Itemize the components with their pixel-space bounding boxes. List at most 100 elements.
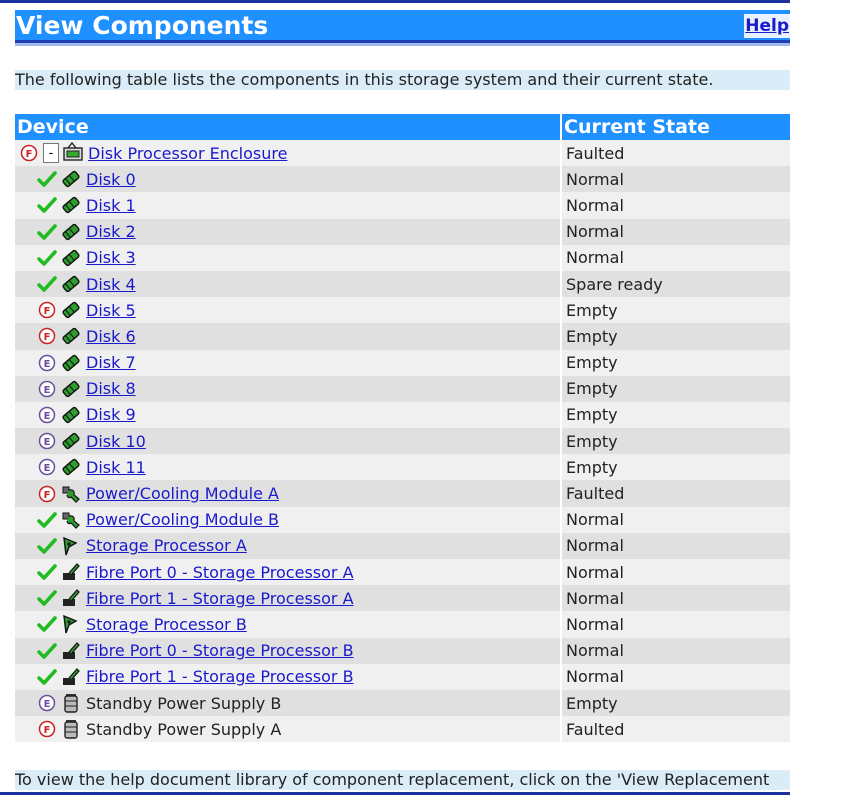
power-cooling-icon [60, 483, 82, 505]
device-link[interactable]: Storage Processor A [86, 536, 247, 555]
page-header: View Components Help [15, 10, 790, 44]
battery-icon [60, 718, 82, 740]
table-row: E Disk 10 Empty [15, 428, 790, 455]
status-empty-icon: E [37, 457, 57, 477]
table-row: E Disk 9 Empty [15, 401, 790, 429]
fibre-port-icon [60, 640, 82, 662]
table-row: E Disk 7 Empty [15, 349, 790, 376]
device-cell: Fibre Port 1 - Storage Processor A [15, 585, 561, 612]
table-row: Disk 2 Normal [15, 218, 790, 245]
device-link[interactable]: Disk 4 [86, 275, 136, 294]
disk-icon [60, 168, 82, 190]
svg-text:E: E [44, 359, 51, 370]
device-link[interactable]: Disk 11 [86, 458, 146, 477]
device-link[interactable]: Fibre Port 0 - Storage Processor A [86, 563, 354, 582]
device-cell: F Disk 6 [15, 323, 561, 350]
table-row: Fibre Port 1 - Storage Processor A Normal [15, 585, 790, 612]
device-cell: Power/Cooling Module B [15, 506, 561, 533]
device-link[interactable]: Disk 1 [86, 196, 136, 215]
device-label: Standby Power Supply B [86, 693, 282, 713]
device-cell: Disk 1 [15, 192, 561, 219]
disk-icon [60, 299, 82, 321]
collapse-toggle-button[interactable]: - [43, 143, 59, 164]
intro-text: The following table lists the components… [15, 70, 790, 90]
status-ok-icon [37, 562, 57, 582]
current-state: Normal [560, 559, 790, 586]
svg-text:F: F [26, 149, 33, 160]
disk-icon [60, 378, 82, 400]
status-ok-icon [37, 248, 57, 268]
status-ok-icon [37, 614, 57, 634]
current-state: Normal [560, 611, 790, 638]
table-row: E Disk 11 Empty [15, 454, 790, 481]
device-link[interactable]: Power/Cooling Module B [86, 510, 279, 529]
device-link[interactable]: Fibre Port 1 - Storage Processor A [86, 589, 354, 608]
device-cell: Disk 3 [15, 244, 561, 271]
device-cell: E Disk 11 [15, 454, 561, 481]
table-row: Fibre Port 0 - Storage Processor A Normal [15, 559, 790, 586]
svg-text:F: F [44, 725, 51, 736]
page-title: View Components [16, 11, 269, 40]
device-link[interactable]: Disk Processor Enclosure [88, 144, 287, 163]
table-row: F Disk 5 Empty [15, 297, 790, 324]
disk-icon [60, 404, 82, 426]
status-ok-icon [37, 274, 57, 294]
current-state: Normal [560, 585, 790, 612]
device-link[interactable]: Power/Cooling Module A [86, 484, 279, 503]
device-cell: E Standby Power Supply B [15, 689, 561, 717]
device-link[interactable]: Disk 8 [86, 379, 136, 398]
device-link[interactable]: Disk 0 [86, 170, 136, 189]
device-label: Standby Power Supply A [86, 719, 282, 739]
device-link[interactable]: Disk 7 [86, 353, 136, 372]
table-row: Storage Processor A Normal [15, 532, 790, 559]
device-cell: Disk 4 [15, 270, 561, 298]
device-cell: F - Disk Processor Enclosure [15, 140, 561, 167]
current-state: Empty [560, 349, 790, 376]
status-empty-icon: E [37, 379, 57, 399]
table-row: Fibre Port 1 - Storage Processor B Normal [15, 663, 790, 690]
current-state: Empty [560, 375, 790, 402]
enclosure-icon [62, 141, 84, 164]
disk-icon [60, 194, 82, 216]
disk-icon [60, 247, 82, 269]
power-cooling-icon [60, 509, 82, 531]
device-link[interactable]: Disk 10 [86, 432, 146, 451]
components-table: Device Current State F - Disk Processor En… [15, 114, 790, 743]
device-link[interactable]: Disk 2 [86, 222, 136, 241]
device-cell: Fibre Port 1 - Storage Processor B [15, 663, 561, 690]
status-faulted-icon: F [37, 300, 57, 320]
storage-processor-icon [60, 535, 82, 557]
current-state: Faulted [560, 716, 790, 743]
device-link[interactable]: Fibre Port 0 - Storage Processor B [86, 641, 354, 660]
device-link[interactable]: Fibre Port 1 - Storage Processor B [86, 667, 354, 686]
device-cell: F Power/Cooling Module A [15, 480, 561, 507]
device-link[interactable]: Storage Processor B [86, 615, 247, 634]
current-state: Normal [560, 192, 790, 219]
device-link[interactable]: Disk 5 [86, 301, 136, 320]
table-row: Storage Processor B Normal [15, 611, 790, 638]
svg-text:E: E [44, 463, 51, 474]
current-state: Empty [560, 323, 790, 350]
disk-icon [60, 456, 82, 478]
help-link[interactable]: Help [744, 14, 790, 38]
device-link[interactable]: Disk 3 [86, 248, 136, 267]
top-border [0, 0, 790, 8]
current-state: Empty [560, 454, 790, 481]
column-header-state: Current State [561, 114, 790, 140]
device-link[interactable]: Disk 6 [86, 327, 136, 346]
device-cell: Disk 2 [15, 218, 561, 245]
current-state: Normal [560, 637, 790, 664]
status-empty-icon: E [37, 431, 57, 451]
current-state: Normal [560, 244, 790, 271]
fibre-port-icon [60, 561, 82, 583]
footer-text: To view the help document library of com… [15, 770, 790, 790]
table-row: F Power/Cooling Module A Faulted [15, 480, 790, 507]
svg-text:F: F [44, 490, 51, 501]
status-empty-icon: E [37, 693, 57, 713]
device-link[interactable]: Disk 9 [86, 405, 136, 424]
status-ok-icon [37, 536, 57, 556]
device-cell: E Disk 7 [15, 349, 561, 376]
disk-icon [60, 325, 82, 347]
current-state: Empty [560, 401, 790, 429]
status-faulted-icon: F [19, 143, 39, 163]
